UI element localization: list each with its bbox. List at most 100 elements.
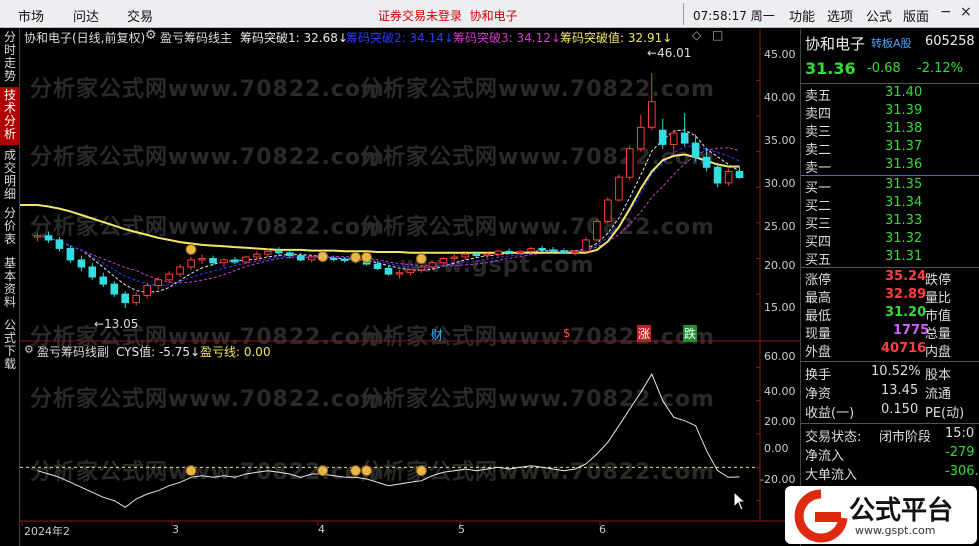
stat-row: 最低 31.20 市值 — [805, 305, 979, 324]
trade-status-row: 交易状态: 闭市阶段 15:0 — [805, 426, 979, 445]
bid-row[interactable]: 买五 31.31 — [805, 249, 979, 268]
stat-row: 收益(一) 0.150 PE(动) — [805, 402, 979, 421]
ask-row[interactable]: 卖三 31.38 — [805, 121, 979, 140]
bid-row[interactable]: 买一 31.35 — [805, 177, 979, 196]
candle-body — [110, 283, 119, 295]
stat-label: 涨停 — [805, 273, 832, 288]
ask-row[interactable]: 卖一 31.36 — [805, 157, 979, 176]
tab-intraday[interactable]: 分时走势 — [0, 29, 20, 85]
candle-body — [176, 266, 184, 275]
stat-row: 外盘 40716 内盘 — [805, 341, 979, 360]
close-icon[interactable]: × — [960, 4, 972, 20]
y-tick: 25.00 — [764, 220, 796, 233]
x-label: 4 — [318, 523, 325, 536]
coin-icon — [185, 243, 197, 255]
ask-label: 卖三 — [805, 125, 832, 140]
stat-value: 0.150 — [881, 402, 919, 417]
tab-formula-download[interactable]: 公式下载 — [0, 317, 20, 373]
coin-icon — [317, 251, 329, 263]
coin-icon — [361, 465, 373, 477]
menu-layout[interactable]: 版面 — [903, 6, 929, 25]
event-limit-up[interactable]: 涨 — [637, 325, 652, 342]
stat-label: 市值 — [925, 309, 952, 324]
stat-value: 10.52% — [871, 364, 921, 379]
bid-row[interactable]: 买三 31.33 — [805, 213, 979, 232]
candle-body — [549, 249, 557, 252]
event-finance[interactable]: 财 — [431, 326, 443, 343]
stat-label: 总量 — [925, 327, 952, 342]
minimize-icon[interactable]: − — [940, 4, 952, 20]
menu-wenda[interactable]: 问达 — [73, 6, 99, 25]
ask-row[interactable]: 卖五 31.40 — [805, 85, 979, 104]
tab-price-table[interactable]: 分价表 — [0, 205, 20, 251]
candle-body — [154, 279, 162, 287]
menu-trade[interactable]: 交易 — [127, 6, 153, 25]
stat-row: 最高 32.89 量比 — [805, 287, 979, 306]
login-notice[interactable]: 证券交易未登录 协和电子 — [378, 7, 518, 24]
coin-icon — [317, 465, 329, 477]
menu-function[interactable]: 功能 — [789, 6, 815, 25]
bid-price: 31.31 — [885, 249, 923, 264]
candle-body — [724, 171, 733, 184]
stat-label: 内盘 — [925, 345, 952, 360]
event-limit-down[interactable]: 跌 — [683, 325, 698, 342]
coin-icon — [415, 465, 427, 477]
collapse-icon[interactable]: ◇ — [692, 28, 701, 42]
panel-toggle-icon[interactable]: □ — [712, 28, 723, 42]
sub-settings-icon[interactable]: ⚙ — [24, 343, 34, 356]
tab-transactions[interactable]: 成交明细 — [0, 147, 20, 203]
candle-body — [669, 132, 678, 145]
ask-row[interactable]: 卖四 31.39 — [805, 103, 979, 122]
sub-y-tick: 20.00 — [764, 415, 796, 428]
candle-body — [395, 272, 404, 275]
tab-technical[interactable]: 技术分析 — [0, 87, 20, 145]
chart-area[interactable]: 分析家公式网www.70822.com 分析家公式网www.70822.com … — [20, 28, 800, 546]
menu-formula[interactable]: 公式 — [866, 6, 892, 25]
sub-indicator-name[interactable]: 盈亏筹码线副 — [37, 343, 109, 360]
status-time: 15:0 — [945, 426, 975, 441]
event-dividend[interactable]: $ — [563, 326, 571, 340]
stat-value: 32.89 — [885, 287, 927, 302]
candle-body — [691, 142, 700, 158]
cursor-icon — [733, 491, 747, 511]
legend-pl-line: 盈亏线: 0.00 — [200, 345, 271, 359]
candle-body — [461, 253, 470, 258]
candle-body — [275, 250, 283, 254]
divider — [801, 423, 979, 424]
board-tag: 转板A股 — [871, 37, 912, 50]
settings-icon[interactable]: ⚙ — [145, 28, 157, 43]
candle-body — [165, 273, 173, 281]
candle-body — [143, 285, 152, 296]
kline-chart[interactable] — [20, 29, 800, 546]
bid-label: 买五 — [805, 253, 832, 268]
candle-body — [593, 220, 601, 241]
candle-body — [494, 250, 502, 255]
divider — [801, 175, 979, 176]
quote-panel: 协和电子 转板A股 605258 31.36 -0.68 -2.12% 卖五 31… — [800, 29, 979, 546]
bid-label: 买三 — [805, 217, 832, 232]
stat-label: 外盘 — [805, 345, 832, 360]
ask-row[interactable]: 卖二 31.37 — [805, 139, 979, 158]
ask-price: 31.36 — [885, 157, 923, 172]
candle-body — [702, 156, 711, 168]
menu-market[interactable]: 市场 — [18, 6, 44, 25]
stat-label: PE(动) — [925, 406, 965, 421]
bid-row[interactable]: 买二 31.34 — [805, 195, 979, 214]
bid-row[interactable]: 买四 31.32 — [805, 231, 979, 250]
candle-body — [307, 256, 316, 261]
notice-stock: 协和电子 — [469, 9, 518, 23]
legend-cys: CYS值: -5.75↓ — [116, 345, 201, 359]
candle-body — [406, 269, 415, 274]
y-tick: 30.00 — [764, 177, 796, 190]
tab-fundamentals[interactable]: 基本资料 — [0, 255, 20, 313]
candle-body — [604, 199, 612, 222]
bid-label: 买四 — [805, 235, 832, 250]
candle-body — [648, 101, 656, 128]
x-label: 3 — [172, 523, 179, 536]
candle-body — [99, 276, 108, 285]
last-price: 31.36 — [805, 59, 856, 78]
main-indicator-name[interactable]: 盈亏筹码线主 — [160, 29, 232, 46]
menu-options[interactable]: 选项 — [827, 6, 853, 25]
stock-code: 605258 — [925, 34, 975, 49]
candle-body — [439, 258, 448, 264]
